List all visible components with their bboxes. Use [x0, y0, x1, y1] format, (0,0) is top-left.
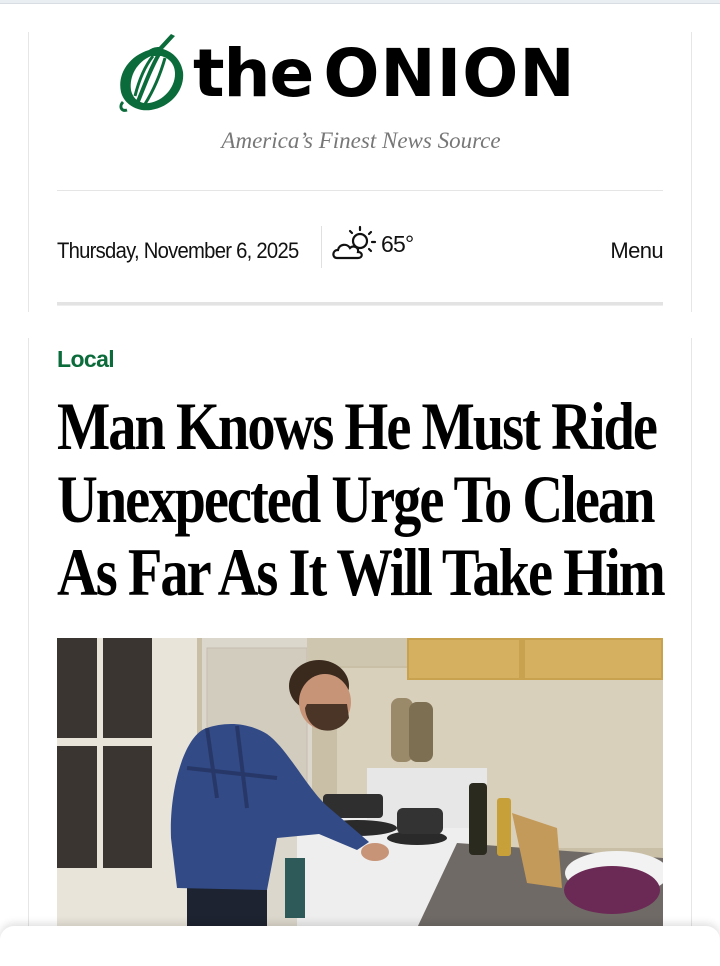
article: Local Man Knows He Must Ride Unexpected … [28, 338, 692, 966]
header-divider [57, 190, 663, 191]
header-bottom-rule [57, 302, 663, 306]
weather-widget: 65° [331, 222, 414, 266]
article-headline: Man Knows He Must Ride Unexpected Urge T… [57, 390, 671, 609]
date-weather-separator [321, 226, 322, 268]
logo-onion: ONION [323, 35, 576, 112]
headline-line: Unexpected Urge To Clean [57, 461, 656, 537]
onion-logo-icon [119, 34, 184, 112]
temperature: 65° [381, 230, 414, 257]
menu-button[interactable]: Menu [610, 238, 663, 264]
logo-wordmark: the ONION [193, 36, 576, 112]
headline-line: Man Knows He Must Ride [57, 388, 658, 464]
bottom-sheet [0, 926, 720, 966]
browser-top-strip [0, 0, 720, 4]
article-photo[interactable] [57, 638, 663, 928]
article-category[interactable]: Local [57, 346, 115, 373]
partly-cloudy-icon [332, 225, 377, 260]
headline-line: As Far As It Will Take Him [57, 534, 666, 610]
site-tagline: America’s Finest News Source [221, 128, 501, 153]
site-logo[interactable]: the ONION [115, 32, 611, 114]
site-header: the ONION America’s Finest News Source Th… [28, 32, 692, 312]
logo-the: the [193, 35, 314, 112]
current-date: Thursday, November 6, 2025 [57, 238, 299, 263]
